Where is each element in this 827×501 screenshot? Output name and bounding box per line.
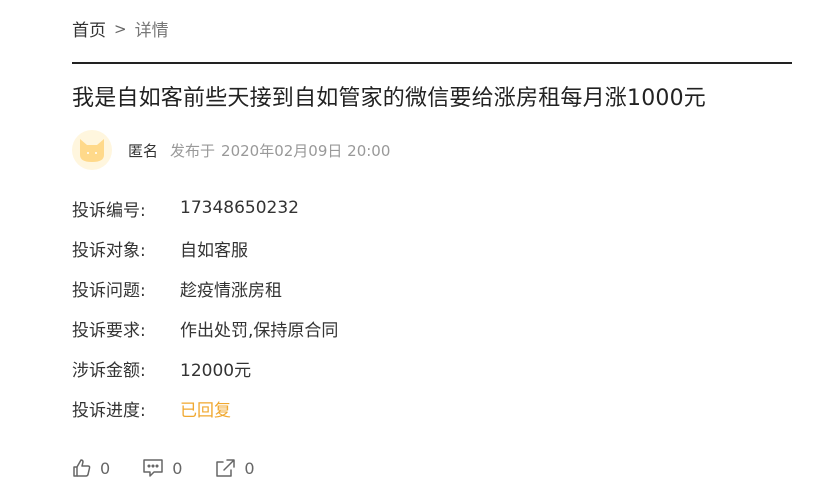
- thumbs-up-icon: [73, 459, 91, 477]
- field-row-number: 投诉编号: 17348650232: [72, 188, 338, 228]
- breadcrumb-separator: >: [114, 19, 127, 38]
- breadcrumb-home-link[interactable]: 首页: [72, 16, 106, 41]
- comment-icon: [143, 459, 163, 477]
- field-row-target: 投诉对象: 自如客服: [72, 228, 338, 268]
- field-label: 投诉编号:: [72, 200, 146, 221]
- cat-avatar-icon: [80, 139, 104, 162]
- field-value: 12000元: [180, 360, 252, 381]
- comment-button[interactable]: 0: [142, 458, 182, 478]
- field-row-amount: 涉诉金额: 12000元: [72, 348, 338, 388]
- breadcrumb-current: 详情: [134, 21, 169, 41]
- share-icon: [216, 459, 236, 477]
- field-row-issue: 投诉问题: 趁疫情涨房租: [72, 268, 338, 308]
- like-count: 0: [100, 458, 111, 478]
- share-count: 0: [244, 458, 255, 478]
- comment-count: 0: [172, 458, 183, 478]
- like-button[interactable]: 0: [72, 458, 110, 478]
- complaint-title: 我是自如客前些天接到自如管家的微信要给涨房租每月涨1000元: [72, 86, 706, 111]
- field-row-request: 投诉要求: 作出处罚,保持原合同: [72, 308, 338, 348]
- field-value: 作出处罚,保持原合同: [180, 320, 339, 341]
- breadcrumb: 首页 > 详情: [72, 16, 169, 42]
- field-label: 投诉要求:: [72, 320, 146, 341]
- publish-time: 2020年02月09日 20:00: [221, 141, 391, 160]
- status-badge: 已回复: [180, 400, 231, 421]
- field-value: 17348650232: [180, 198, 299, 218]
- field-label: 投诉问题:: [72, 280, 146, 301]
- field-value: 趁疫情涨房租: [180, 280, 282, 301]
- publish-info: 发布于 2020年02月09日 20:00: [170, 140, 390, 161]
- avatar: [72, 130, 112, 170]
- complaint-fields: 投诉编号: 17348650232 投诉对象: 自如客服 投诉问题: 趁疫情涨房…: [72, 188, 338, 428]
- author-name: 匿名: [128, 141, 159, 160]
- publish-prefix: 发布于: [170, 141, 216, 160]
- field-label: 投诉进度:: [72, 400, 146, 421]
- field-label: 涉诉金额:: [72, 360, 146, 381]
- header-divider: [72, 62, 792, 64]
- action-bar: 0 0 0: [72, 458, 255, 478]
- author-row: 匿名 发布于 2020年02月09日 20:00: [72, 130, 390, 170]
- field-row-progress: 投诉进度: 已回复: [72, 388, 338, 428]
- share-button[interactable]: 0: [214, 458, 255, 478]
- field-label: 投诉对象:: [72, 240, 146, 261]
- field-value: 自如客服: [180, 240, 248, 261]
